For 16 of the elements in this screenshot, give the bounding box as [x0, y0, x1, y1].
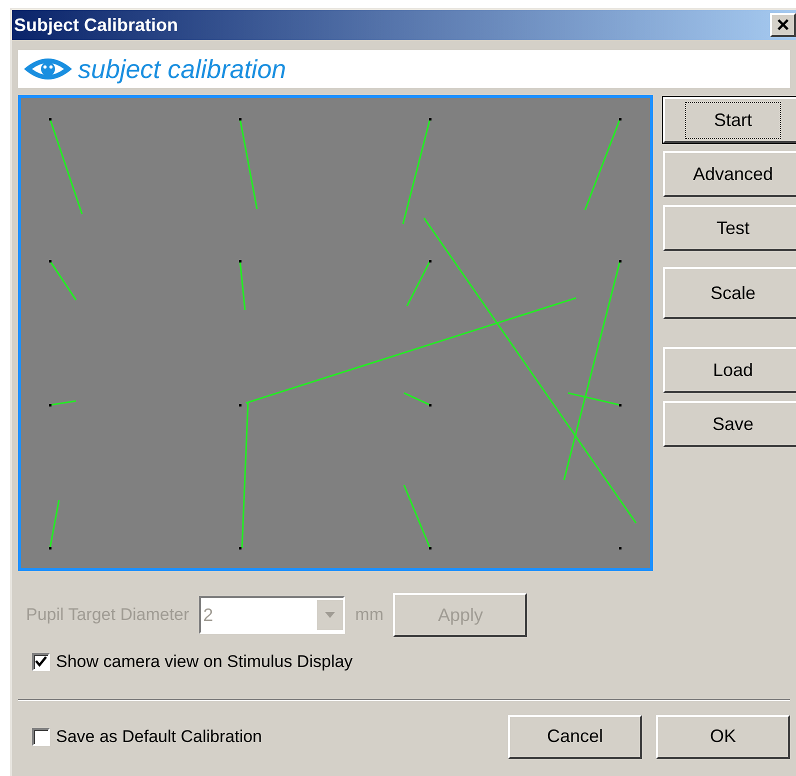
- checkbox-label: Show camera view on Stimulus Display: [56, 651, 353, 673]
- side-button[interactable]: Start: [663, 97, 796, 143]
- checkbox-label: Save as Default Calibration: [56, 726, 262, 748]
- side-button[interactable]: Advanced: [663, 151, 796, 197]
- banner-title: subject calibration: [78, 52, 286, 86]
- dialog-button[interactable]: Cancel: [508, 714, 642, 758]
- side-button[interactable]: Load: [663, 347, 796, 393]
- close-button[interactable]: ×: [770, 13, 796, 37]
- window-title: Subject Calibration: [14, 14, 178, 37]
- checkbox[interactable]: [32, 728, 50, 746]
- dialog-button[interactable]: OK: [656, 714, 790, 758]
- side-button[interactable]: Scale: [663, 267, 796, 319]
- side-button[interactable]: Save: [663, 401, 796, 447]
- side-button[interactable]: Test: [663, 205, 796, 251]
- checkbox[interactable]: [32, 652, 50, 671]
- checkmark-icon: [35, 656, 47, 668]
